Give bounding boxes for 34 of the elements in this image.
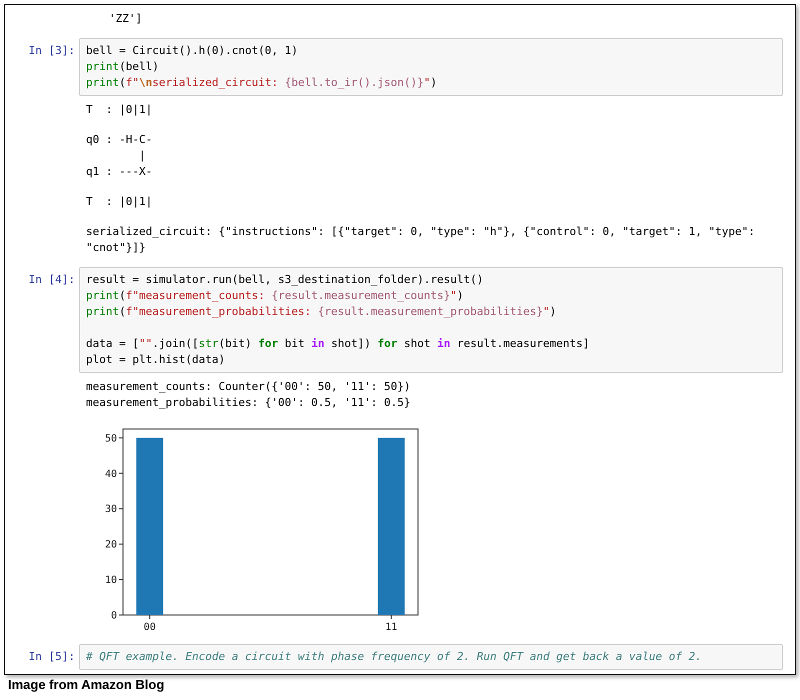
prompt-label: In [4]: xyxy=(28,272,75,288)
axis-tick-label: 30 xyxy=(104,504,117,516)
output-line: serialized_circuit: {"instructions": [{"target": 0, "type": "h"}, {"control": 0, "target": 1, "type": xyxy=(86,224,756,240)
code-cell[interactable]: bell = Circuit().h(0).cnot(0, 1) print(bell) print(f"\nserialized_circuit: {bell.to_ir().json()}") xyxy=(79,38,783,96)
output-line: "cnot"}]} xyxy=(86,240,147,256)
output-line: measurement_counts: Counter({'00': 50, '11': 50}) xyxy=(86,379,412,395)
code-line: data = ["".join([str(bit) for bit in shot]) for shot in result.measurements] xyxy=(86,336,590,352)
code-line: print(bell) xyxy=(86,59,160,75)
axis-tick-label: 00 xyxy=(144,622,156,633)
code-cell[interactable] xyxy=(79,267,783,373)
output-line: 'ZZ'] xyxy=(109,11,144,27)
output-line: measurement_probabilities: {'00': 0.5, '11': 0.5} xyxy=(86,395,412,411)
code-cell[interactable]: # QFT example. Encode a circuit with phase frequency of 2. Run QFT and get back a value of 2. xyxy=(79,644,783,670)
code-line: # QFT example. Encode a circuit with phase frequency of 2. Run QFT and get back a value of 2. xyxy=(86,649,703,665)
axis-tick-label: 11 xyxy=(385,622,398,633)
axis-tick-label: 20 xyxy=(104,540,117,551)
prompt-label: In [5]: xyxy=(28,649,75,665)
axis-tick-label: 50 xyxy=(104,433,117,444)
code-line: plot = plt.hist(data) xyxy=(86,352,226,368)
code-line: result = simulator.run(bell, s3_destination_folder).result() xyxy=(86,272,484,288)
output-line: q0 : -H-C- xyxy=(86,132,154,148)
axis-tick-label: 0 xyxy=(110,610,117,622)
output-line: q1 : ---X- xyxy=(86,164,154,180)
output-line: | xyxy=(138,148,147,164)
caption: Image from Amazon Blog xyxy=(8,676,164,694)
code-line: print(f"\nserialized_circuit: {bell.to_ir().json()}") xyxy=(86,75,438,91)
prompt-label: In [3]: xyxy=(28,43,75,59)
code-line: print(f"measurement_counts: {result.measurement_counts}") xyxy=(86,288,465,304)
code-line: bell = Circuit().h(0).cnot(0, 1) xyxy=(86,43,299,59)
output-line: T : |0|1| xyxy=(86,194,154,210)
axis-tick-label: 10 xyxy=(104,575,117,586)
axis-tick-label: 40 xyxy=(104,468,117,480)
code-line: print(f"measurement_probabilities: {result.measurement_probabilities}") xyxy=(86,304,558,320)
output-line: T : |0|1| xyxy=(86,102,154,118)
